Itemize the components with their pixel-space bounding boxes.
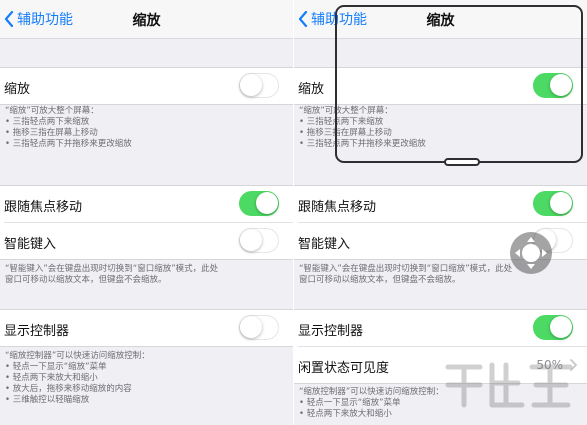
zoom-window-handle[interactable] [444,158,480,166]
follow-focus-label: 跟随焦点移动 [4,200,83,215]
toggle-knob [240,229,262,251]
toggle-knob [550,192,572,214]
show-controller-label: 显示控制器 [4,324,70,339]
smart-typing-label: 智能键入 [4,237,57,252]
show-controller-label: 显示控制器 [298,324,364,339]
toggle-knob [550,316,572,338]
watermark-logo [445,362,573,408]
focus-group: 跟随焦点移动 智能键入 [0,185,293,260]
nav-bar: 辅助功能 缩放 [0,0,293,39]
zoom-note-line: • 三指轻点两下来缩放 [5,117,90,127]
page-title: 缩放 [132,13,161,29]
smart-typing-row: 智能键入 [4,222,293,259]
zoom-controller-button[interactable] [510,232,552,274]
follow-focus-label: 跟随焦点移动 [298,200,377,215]
follow-focus-row: 跟随焦点移动 [294,186,587,222]
smart-note-line: “智能键入”会在键盘出现时切换到“窗口缩放”模式，此处 [5,264,219,274]
toggle-knob [256,192,278,214]
smart-note-line: 窗口可移动以缩放文本，但键盘不会缩放。 [5,275,167,285]
toggle-knob [240,74,262,96]
controller-note-line: • 放大后，拖移来移动缩放的内容 [5,384,132,394]
controller-note-line: • 轻点一下显示“缩放”菜单 [5,362,107,372]
controller-group: 显示控制器 [0,309,293,347]
controller-note-line: • 三维触控以轻瞄缩放 [5,395,90,405]
zoom-label: 缩放 [298,82,325,97]
zoom-toggle[interactable] [239,73,279,98]
zoom-footnote: “缩放”可放大整个屏幕： • 三指轻点两下来缩放 • 拖移三指在屏幕上移动 • … [5,106,285,150]
zoom-note-line: • 拖移三指在屏幕上移动 [5,128,98,138]
idle-visibility-label: 闲置状态可见度 [298,361,390,376]
smart-typing-toggle[interactable] [239,228,279,253]
show-controller-row: 显示控制器 [0,310,293,346]
show-controller-toggle[interactable] [239,315,279,340]
zoom-controller-icon [515,237,547,269]
toggle-knob [240,316,262,338]
show-controller-toggle[interactable] [533,315,573,340]
zoom-row: 缩放 [0,68,293,104]
follow-focus-toggle[interactable] [533,191,573,216]
controller-note-intro: “缩放控制器”可以快速访问缩放控制： [5,351,150,361]
smart-typing-footnote: “智能键入”会在键盘出现时切换到“窗口缩放”模式，此处 窗口可移动以缩放文本，但… [5,264,285,286]
show-controller-row: 显示控制器 [294,310,587,346]
smart-note-line: 窗口可移动以缩放文本，但键盘不会缩放。 [299,275,461,285]
follow-focus-toggle[interactable] [239,191,279,216]
zoom-group: 缩放 [0,67,293,105]
settings-panel-left: 辅助功能 缩放 缩放 “缩放”可放大整个屏幕： • 三指轻点两下来缩放 • 拖移… [0,0,293,425]
controller-note-line: • 轻点两下来放大和缩小 [5,373,98,383]
zoom-window-frame[interactable] [335,5,583,163]
smart-typing-label: 智能键入 [298,237,351,252]
zoom-label: 缩放 [4,82,31,97]
zoom-note-line: • 三指轻点两下并拖移来更改缩放 [5,139,132,149]
zoom-note-intro: “缩放”可放大整个屏幕： [5,106,99,116]
follow-focus-row: 跟随焦点移动 [0,186,293,222]
controller-footnote: “缩放控制器”可以快速访问缩放控制： • 轻点一下显示“缩放”菜单 • 轻点两下… [5,351,285,406]
